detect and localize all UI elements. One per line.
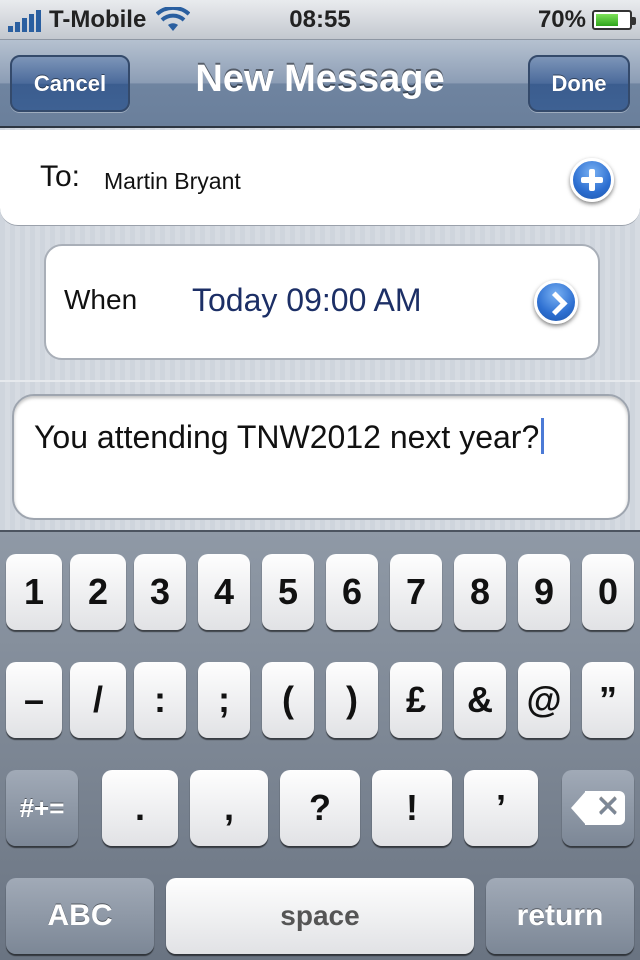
when-row[interactable]: When Today 09:00 AM — [44, 244, 600, 360]
key[interactable]: 4 — [198, 554, 250, 630]
key[interactable]: 7 — [390, 554, 442, 630]
battery-fill — [596, 14, 619, 26]
status-right: 70% — [537, 6, 636, 34]
backspace-icon: ✕ — [571, 791, 625, 825]
when-label: When — [64, 284, 138, 315]
key[interactable]: 5 — [262, 554, 314, 630]
battery-icon — [592, 10, 636, 30]
key[interactable]: 0 — [582, 554, 634, 630]
text-cursor — [541, 418, 545, 454]
compose-area: To: Martin Bryant When Today 09:00 AM Yo… — [0, 128, 640, 530]
key[interactable]: ? — [280, 770, 360, 846]
key[interactable]: . — [102, 770, 178, 846]
return-key[interactable]: return — [486, 878, 634, 954]
keyboard: 1 2 3 4 5 6 7 8 9 0 – / : ; ( ) £ & @ ” … — [0, 530, 640, 960]
key[interactable]: ( — [262, 662, 314, 738]
key[interactable]: ” — [582, 662, 634, 738]
key[interactable]: : — [134, 662, 186, 738]
key[interactable]: , — [190, 770, 268, 846]
key[interactable]: 6 — [326, 554, 378, 630]
message-text-line: You attending TNW2012 next year? — [34, 418, 545, 456]
to-label: To: — [40, 160, 81, 193]
plus-circle-icon[interactable] — [570, 158, 614, 202]
done-button[interactable]: Done — [528, 55, 630, 112]
key[interactable]: 8 — [454, 554, 506, 630]
key[interactable]: 9 — [518, 554, 570, 630]
key[interactable]: & — [454, 662, 506, 738]
to-field[interactable]: To: Martin Bryant — [0, 130, 640, 226]
message-input[interactable]: You attending TNW2012 next year? — [12, 394, 630, 520]
divider — [0, 380, 640, 382]
key[interactable]: ) — [326, 662, 378, 738]
recipient-name[interactable]: Martin Bryant — [104, 168, 241, 195]
navigation-bar: Cancel New Message Done — [0, 40, 640, 128]
key[interactable]: ! — [372, 770, 452, 846]
battery-percent: 70% — [537, 6, 586, 33]
backspace-icon-tip — [571, 791, 586, 825]
space-key[interactable]: space — [166, 878, 474, 954]
key[interactable]: @ — [518, 662, 570, 738]
backspace-icon-x: ✕ — [595, 791, 621, 824]
message-text: You attending TNW2012 next year? — [34, 419, 540, 455]
status-bar: T-Mobile 08:55 70% — [0, 0, 640, 40]
key[interactable]: / — [70, 662, 126, 738]
backspace-key[interactable]: ✕ — [562, 770, 634, 846]
when-value: Today 09:00 AM — [192, 282, 422, 318]
key[interactable]: ’ — [464, 770, 538, 846]
key[interactable]: – — [6, 662, 62, 738]
key[interactable]: £ — [390, 662, 442, 738]
key[interactable]: 2 — [70, 554, 126, 630]
key[interactable]: 3 — [134, 554, 186, 630]
symbols-key[interactable]: #+= — [6, 770, 78, 846]
key[interactable]: 1 — [6, 554, 62, 630]
chevron-right-icon[interactable] — [534, 280, 578, 324]
abc-key[interactable]: ABC — [6, 878, 154, 954]
key[interactable]: ; — [198, 662, 250, 738]
